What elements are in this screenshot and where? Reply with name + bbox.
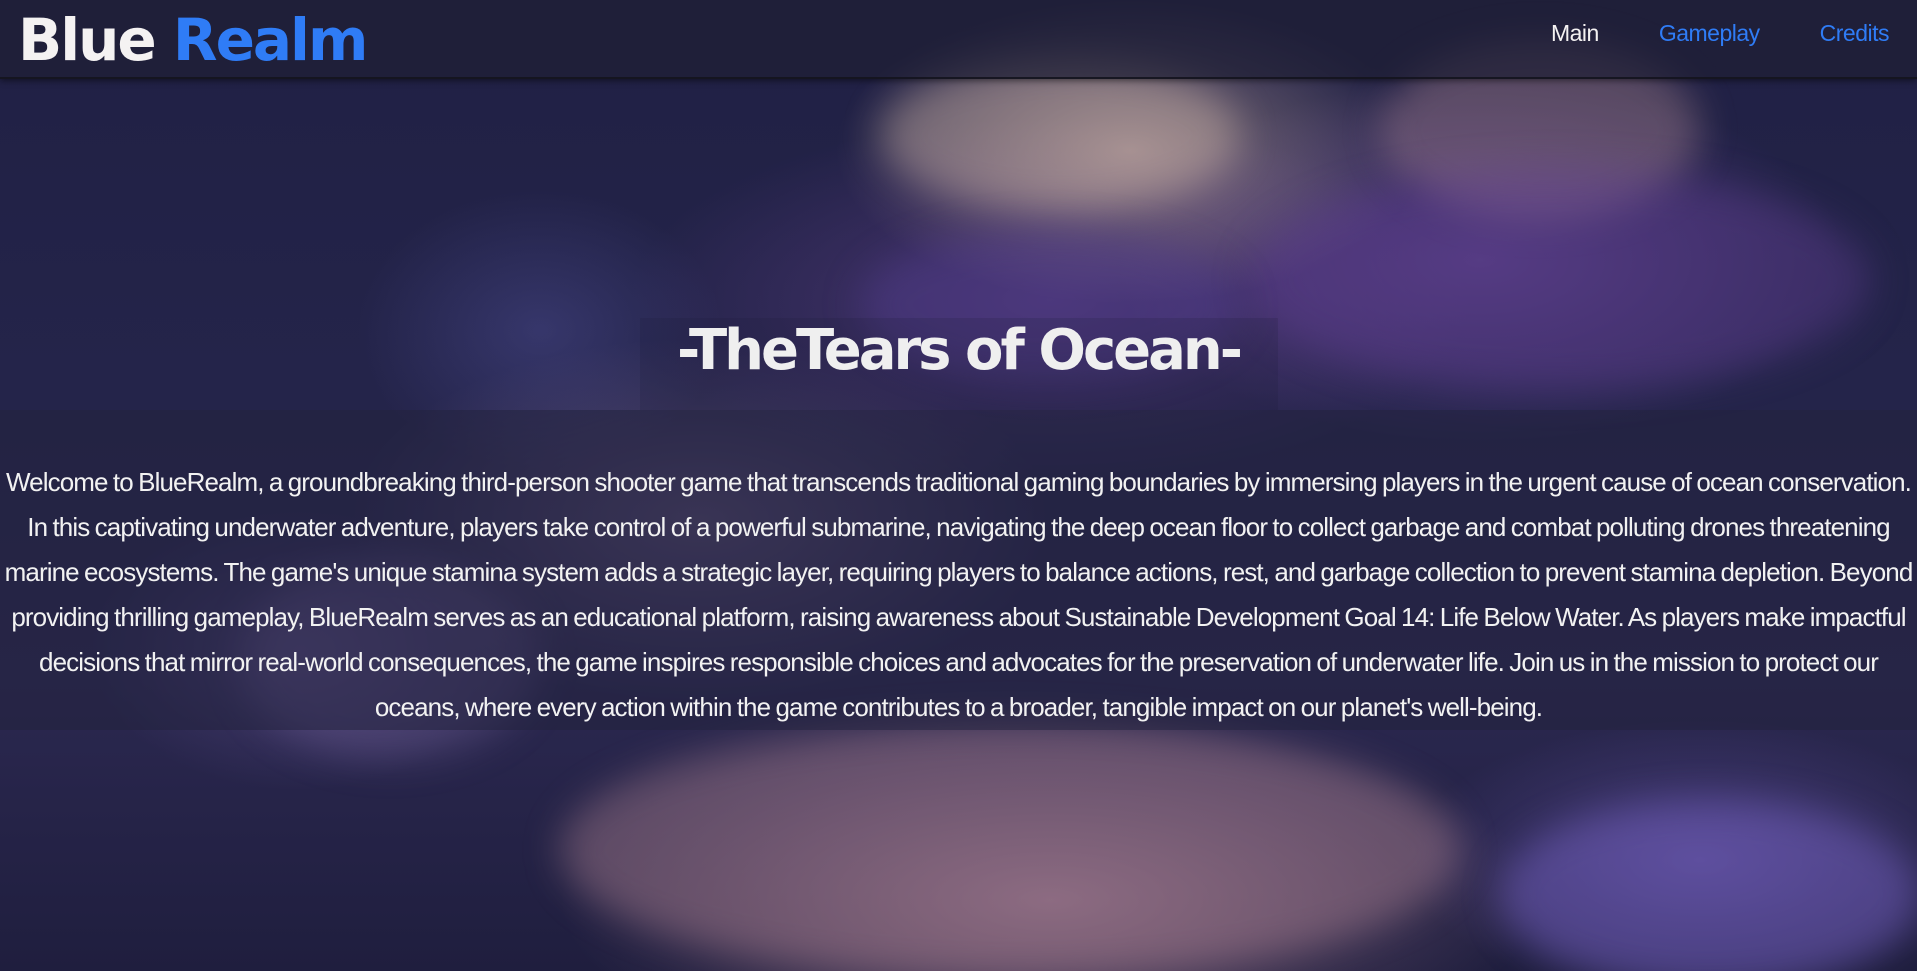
logo-word-blue: Blue <box>18 6 157 74</box>
top-navbar: Blue Realm Main Gameplay Credits <box>0 0 1917 79</box>
hero-title: -TheTears of Ocean- <box>676 318 1243 383</box>
nav-link-main[interactable]: Main <box>1551 20 1599 47</box>
nav-link-gameplay[interactable]: Gameplay <box>1659 20 1760 47</box>
site-logo[interactable]: Blue Realm <box>18 6 368 74</box>
logo-word-realm: Realm <box>172 6 368 74</box>
intro-paragraph: Welcome to BlueRealm, a groundbreaking t… <box>4 467 1914 722</box>
main-navigation: Main Gameplay Credits <box>1491 20 1890 47</box>
nav-link-credits[interactable]: Credits <box>1820 20 1890 47</box>
